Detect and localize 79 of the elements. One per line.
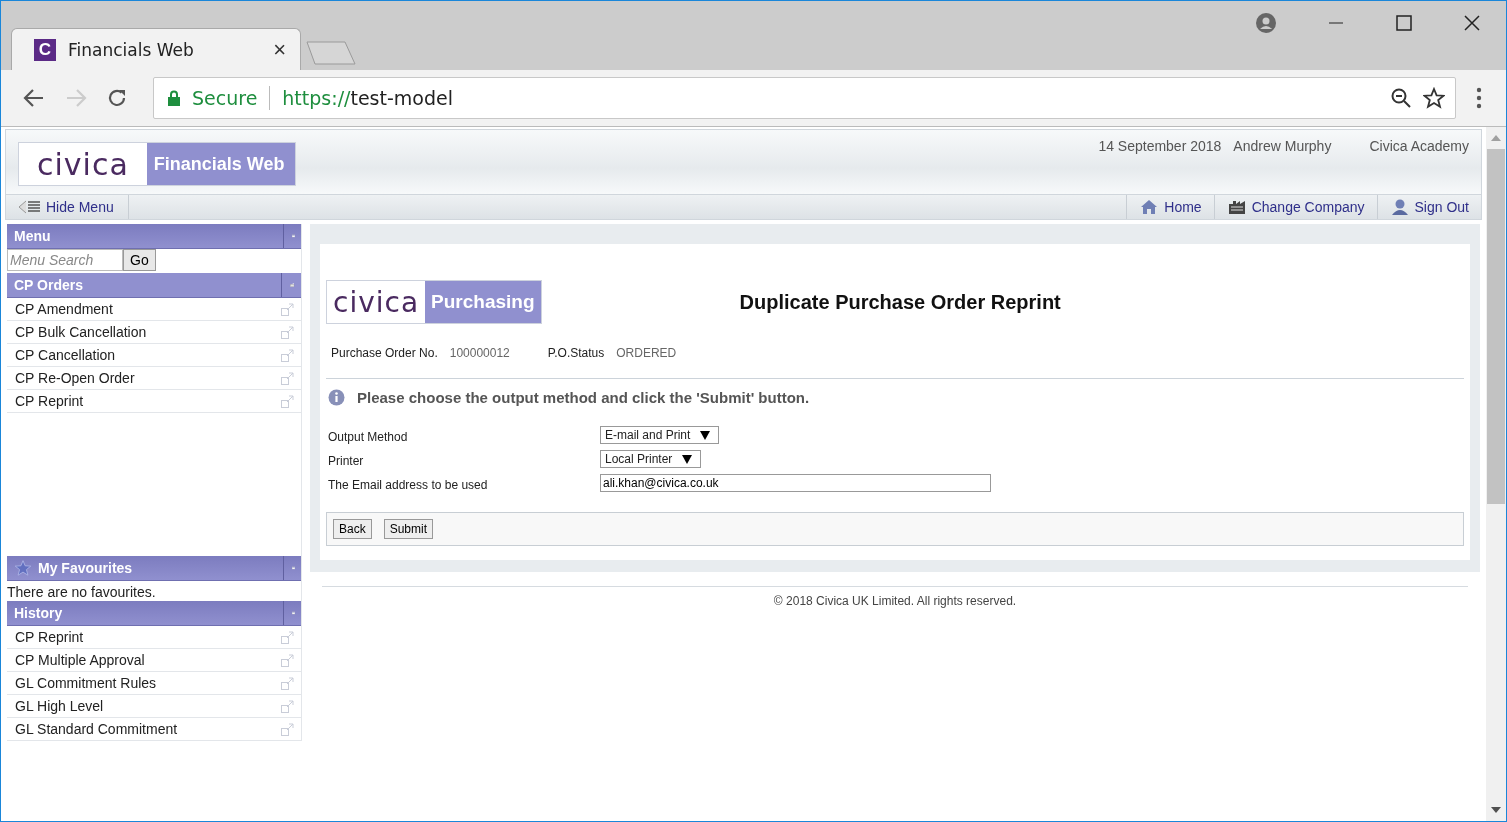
dropdown[interactable]: Local Printer <box>600 450 702 468</box>
favourites-title: My Favourites <box>38 560 134 576</box>
menu-panel-title: Menu <box>14 228 52 244</box>
company-name: Civica Academy <box>1369 138 1469 154</box>
sign-out-link[interactable]: Sign Out <box>1376 195 1481 219</box>
go-button[interactable]: Go <box>123 249 156 271</box>
menu-dots-icon[interactable] <box>1476 87 1482 109</box>
tab-title: Financials Web <box>68 39 195 60</box>
history-item[interactable]: GL Commitment Rules <box>7 672 301 695</box>
field-label: Printer <box>328 453 364 468</box>
info-value: 100000012 <box>449 346 510 360</box>
maximize-icon[interactable] <box>1396 15 1412 31</box>
history-item[interactable]: CP Multiple Approval <box>7 649 301 672</box>
person-icon <box>1390 198 1409 216</box>
scroll-down-icon[interactable] <box>1491 807 1501 813</box>
collapse-menu-icon <box>18 200 42 214</box>
page-title: Duplicate Purchase Order Reprint <box>739 290 1061 314</box>
history-item[interactable]: CP Reprint <box>7 626 301 649</box>
account-icon[interactable] <box>1256 13 1276 33</box>
history-item[interactable]: GL Standard Commitment <box>7 718 301 741</box>
form-button[interactable]: Submit <box>383 519 434 539</box>
menu-item[interactable]: CP Re-Open Order <box>7 367 301 390</box>
info-label: P.O.Status <box>547 346 605 360</box>
star-icon <box>14 559 32 577</box>
menu-item[interactable]: CP Reprint <box>7 390 301 413</box>
civica-logo: civica <box>19 143 147 185</box>
url-text: https://test-model <box>282 87 453 109</box>
lock-icon <box>168 90 180 106</box>
house-icon <box>1140 199 1159 215</box>
module-logo: Purchasing <box>425 281 541 323</box>
building-icon <box>1227 199 1246 215</box>
open-link-icon <box>281 699 294 713</box>
menu-item[interactable]: CP Amendment <box>7 298 301 321</box>
secure-label: Secure <box>192 87 258 109</box>
caret-icon <box>682 454 693 464</box>
tab-favicon: C <box>34 38 56 61</box>
instruction-text: Please choose the output method and click the 'Submit' button. <box>357 389 810 406</box>
star-icon[interactable] <box>1423 87 1445 109</box>
product-logo: Financials Web <box>146 143 295 185</box>
open-link-icon <box>281 302 294 316</box>
empty-favourites-text: There are no favourites. <box>7 583 157 601</box>
address-bar[interactable]: Secure https://test-model <box>153 77 1456 119</box>
browser-tab[interactable]: C Financials Web × <box>11 28 301 70</box>
email-field[interactable]: ali.khan@civica.co.uk <box>600 474 991 492</box>
change-company-link[interactable]: Change Company <box>1213 195 1377 219</box>
open-link-icon <box>281 653 294 667</box>
scrollbar-thumb[interactable] <box>1487 149 1505 504</box>
menu-item[interactable]: CP Bulk Cancellation <box>7 321 301 344</box>
open-link-icon <box>281 722 294 736</box>
zoom-icon[interactable] <box>1391 88 1411 108</box>
open-link-icon <box>281 348 294 362</box>
date-text: 14 September 2018 <box>1098 138 1222 154</box>
open-link-icon <box>281 630 294 644</box>
home-link[interactable]: Home <box>1126 195 1214 219</box>
back-arrow-icon[interactable] <box>23 88 45 108</box>
field-label: Output Method <box>328 429 408 444</box>
info-label: Purchase Order No. <box>331 346 438 360</box>
history-title: History <box>14 605 64 621</box>
open-link-icon <box>281 371 294 385</box>
menu-search-field[interactable]: Menu Search <box>7 249 123 271</box>
dropdown[interactable]: E-mail and Print <box>600 426 720 444</box>
tab-close-button[interactable]: × <box>273 36 286 63</box>
scroll-up-icon[interactable] <box>1491 135 1501 141</box>
caret-icon <box>700 430 711 440</box>
user-name: Andrew Murphy <box>1233 138 1332 154</box>
open-link-icon <box>281 394 294 408</box>
field-label: The Email address to be used <box>328 477 488 492</box>
open-link-icon <box>281 325 294 339</box>
reload-icon[interactable] <box>107 88 127 108</box>
info-icon <box>328 389 345 406</box>
info-value: ORDERED <box>616 346 677 360</box>
section-title: CP Orders <box>14 277 84 293</box>
close-icon[interactable] <box>1464 15 1480 31</box>
form-button[interactable]: Back <box>333 519 372 539</box>
hide-menu-link[interactable]: Hide Menu <box>6 195 129 219</box>
menu-item[interactable]: CP Cancellation <box>7 344 301 367</box>
open-link-icon <box>281 676 294 690</box>
history-item[interactable]: GL High Level <box>7 695 301 718</box>
copyright-text: © 2018 Civica UK Limited. All rights reserved. <box>322 586 1468 608</box>
